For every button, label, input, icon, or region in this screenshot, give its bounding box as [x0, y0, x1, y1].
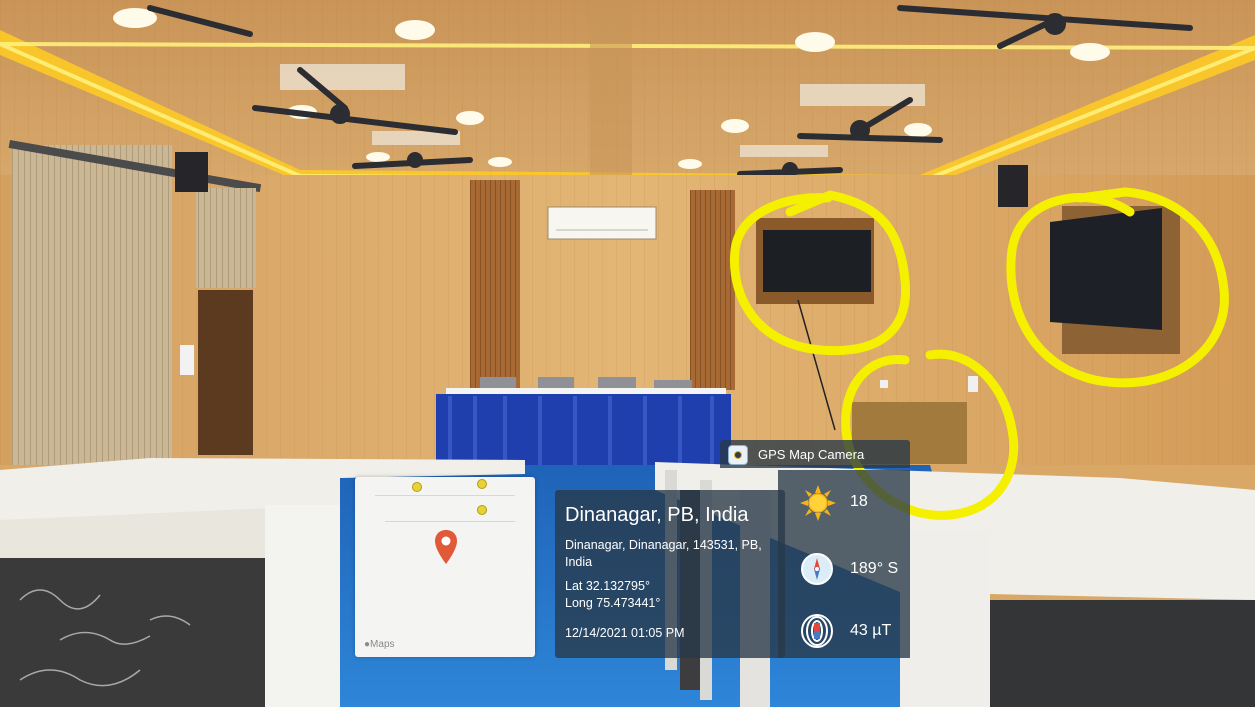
gps-map-camera-tag: GPS Map Camera: [720, 440, 910, 468]
temperature-value: 18: [850, 493, 868, 510]
longitude-value: Long 75.473441°: [565, 596, 661, 610]
compass-row: 189° S: [778, 545, 910, 595]
gps-app-label: GPS Map Camera: [758, 447, 865, 462]
map-poi-icon: [477, 505, 487, 515]
magnet-icon: [801, 614, 833, 648]
maps-label: Maps: [370, 639, 395, 650]
temperature-row: 18: [778, 478, 910, 528]
sensor-stats-panel: 18 189° S 43 µT: [778, 470, 910, 658]
compass-value: 189° S: [850, 560, 899, 577]
latitude-value: Lat 32.132795°: [565, 579, 650, 593]
map-thumbnail[interactable]: ●Maps: [355, 477, 535, 657]
location-city: Dinanagar, PB, India: [565, 504, 749, 526]
location-pin-icon: [435, 530, 457, 564]
camera-icon: [728, 445, 748, 465]
map-road: [385, 521, 515, 522]
magnetic-row: 43 µT: [778, 607, 910, 657]
compass-icon: [801, 553, 833, 585]
map-poi-icon: [477, 479, 487, 489]
map-road: [375, 495, 515, 496]
magnetic-field-value: 43 µT: [850, 622, 892, 639]
location-info-card: Dinanagar, PB, India Dinanagar, Dinanaga…: [555, 490, 785, 658]
capture-datetime: 12/14/2021 01:05 PM: [565, 626, 685, 640]
maps-attribution: ●Maps: [364, 639, 395, 650]
map-poi-icon: [412, 482, 422, 492]
sun-icon: [800, 485, 836, 521]
location-address: Dinanagar, Dinanagar, 143531, PB, India: [565, 538, 762, 569]
